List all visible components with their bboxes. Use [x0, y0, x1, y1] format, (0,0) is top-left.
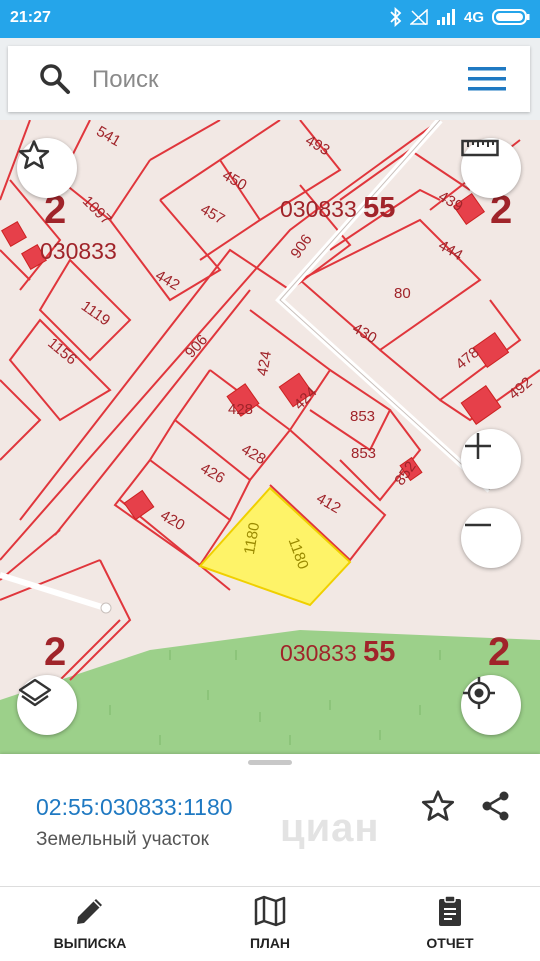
- search-bar[interactable]: Поиск: [8, 46, 530, 112]
- menu-icon[interactable]: [468, 64, 506, 94]
- share-icon[interactable]: [480, 790, 512, 822]
- zoom-in-button[interactable]: [461, 429, 521, 489]
- search-icon[interactable]: [38, 62, 72, 96]
- plus-icon: [465, 433, 491, 459]
- minus-icon: [465, 523, 491, 527]
- pencil-icon: [77, 899, 102, 924]
- locate-button[interactable]: [461, 675, 521, 735]
- cadastral-map[interactable]: 541 493 450 1097 457 906 439 444 442 111…: [0, 120, 540, 754]
- bluetooth-icon: [390, 7, 402, 27]
- zoom-out-button[interactable]: [461, 508, 521, 568]
- signal-icon: [436, 9, 456, 25]
- nav-label: ОТЧЕТ: [426, 935, 474, 951]
- status-icons: 4G: [390, 7, 530, 27]
- layers-button[interactable]: [17, 675, 77, 735]
- drag-handle[interactable]: [248, 760, 292, 765]
- map-icon: [254, 895, 286, 927]
- network-type: 4G: [463, 8, 484, 26]
- ruler-button[interactable]: [461, 138, 521, 198]
- clipboard-icon: [439, 895, 461, 926]
- nav-label: ПЛАН: [249, 935, 291, 951]
- cadastral-number[interactable]: 02:55:030833:1180: [36, 794, 233, 821]
- map-canvas[interactable]: [0, 120, 540, 754]
- layers-icon: [18, 678, 52, 707]
- object-type: Земельный участок: [36, 829, 209, 850]
- nav-report[interactable]: ОТЧЕТ: [380, 887, 520, 961]
- object-info-panel[interactable]: циан 02:55:030833:1180 Земельный участок: [0, 754, 540, 886]
- bottom-navigation: ВЫПИСКА ПЛАН ОТЧЕТ: [0, 886, 540, 961]
- star-icon[interactable]: [420, 788, 456, 824]
- search-area: Поиск: [0, 38, 540, 120]
- status-time: 21:27: [10, 9, 51, 26]
- status-bar: 21:27 4G: [0, 0, 540, 38]
- nav-label: ВЫПИСКА: [53, 935, 127, 951]
- ruler-icon: [461, 139, 499, 157]
- watermark: циан: [280, 806, 380, 850]
- search-input[interactable]: Поиск: [92, 66, 159, 94]
- favorite-button[interactable]: [17, 138, 77, 198]
- battery-icon: [492, 8, 530, 26]
- star-icon: [18, 140, 50, 170]
- wifi-off-icon: [409, 9, 428, 25]
- nav-extract[interactable]: ВЫПИСКА: [20, 887, 160, 961]
- nav-plan[interactable]: ПЛАН: [200, 887, 340, 961]
- gps-icon: [463, 677, 495, 709]
